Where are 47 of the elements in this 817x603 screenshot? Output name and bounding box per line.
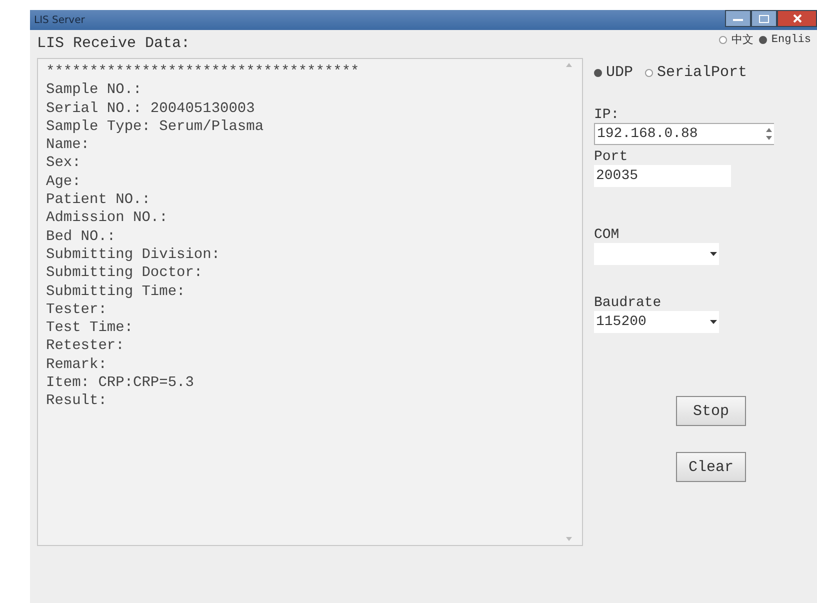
log-line: Sample NO.:	[46, 81, 143, 100]
log-line: Sex:	[46, 154, 82, 173]
log-line: Sample Type: Serum/Plasma	[46, 118, 265, 136]
log-line: Submitting Doctor:	[46, 264, 204, 283]
log-line: Name:	[46, 136, 91, 154]
port-label: Port	[594, 149, 629, 165]
scroll-up-icon[interactable]	[566, 63, 572, 67]
minimize-button[interactable]	[725, 10, 751, 27]
stop-button[interactable]: Stop	[676, 396, 746, 426]
window-title: LIS Server	[34, 14, 85, 26]
radio-option[interactable]: SerialPort	[645, 64, 748, 81]
ip-label: IP:	[594, 107, 620, 123]
log-line: Item: CRP:CRP=5.3	[46, 374, 195, 392]
log-line: Remark:	[46, 356, 108, 374]
log-line: Serial NO.: 200405130003	[46, 100, 256, 118]
log-line: Result:	[46, 392, 108, 411]
radio-option[interactable]: Englis	[759, 32, 811, 47]
close-icon	[792, 14, 802, 23]
log-line: Admission NO.:	[46, 209, 169, 228]
dropdown-arrow-icon	[710, 320, 717, 324]
close-button[interactable]	[777, 10, 817, 27]
maximize-button[interactable]	[751, 10, 777, 27]
log-line: Bed NO.:	[46, 228, 117, 246]
spin-icon	[766, 128, 772, 140]
log-line: Retester:	[46, 337, 126, 356]
log-line: Test Time:	[46, 319, 134, 338]
clear-button[interactable]: Clear	[676, 452, 746, 482]
baudrate-dropdown[interactable]: 115200	[594, 311, 719, 333]
receive-label: LIS Receive Data:	[37, 35, 192, 52]
dropdown-arrow-icon	[710, 252, 717, 256]
log-line: ************************************	[46, 63, 360, 82]
log-line: Submitting Time:	[46, 282, 186, 301]
minimize-icon	[733, 16, 743, 20]
radio-option[interactable]: UDP	[594, 64, 634, 81]
radio-option[interactable]: 中文	[719, 32, 754, 47]
com-dropdown[interactable]	[594, 243, 719, 265]
receive-text-area[interactable]	[37, 58, 583, 546]
scroll-down-icon[interactable]	[566, 537, 572, 541]
log-line: Patient NO.:	[46, 191, 152, 210]
log-line: Submitting Division:	[46, 246, 222, 264]
ip-field[interactable]: 192.168.0.88	[594, 123, 774, 145]
log-line: Age:	[46, 172, 82, 192]
maximize-icon	[759, 14, 769, 22]
baudrate-label: Baudrate	[594, 295, 662, 311]
port-field[interactable]: 20035	[594, 165, 731, 187]
log-line: Tester:	[46, 300, 108, 320]
com-label: COM	[594, 227, 620, 243]
